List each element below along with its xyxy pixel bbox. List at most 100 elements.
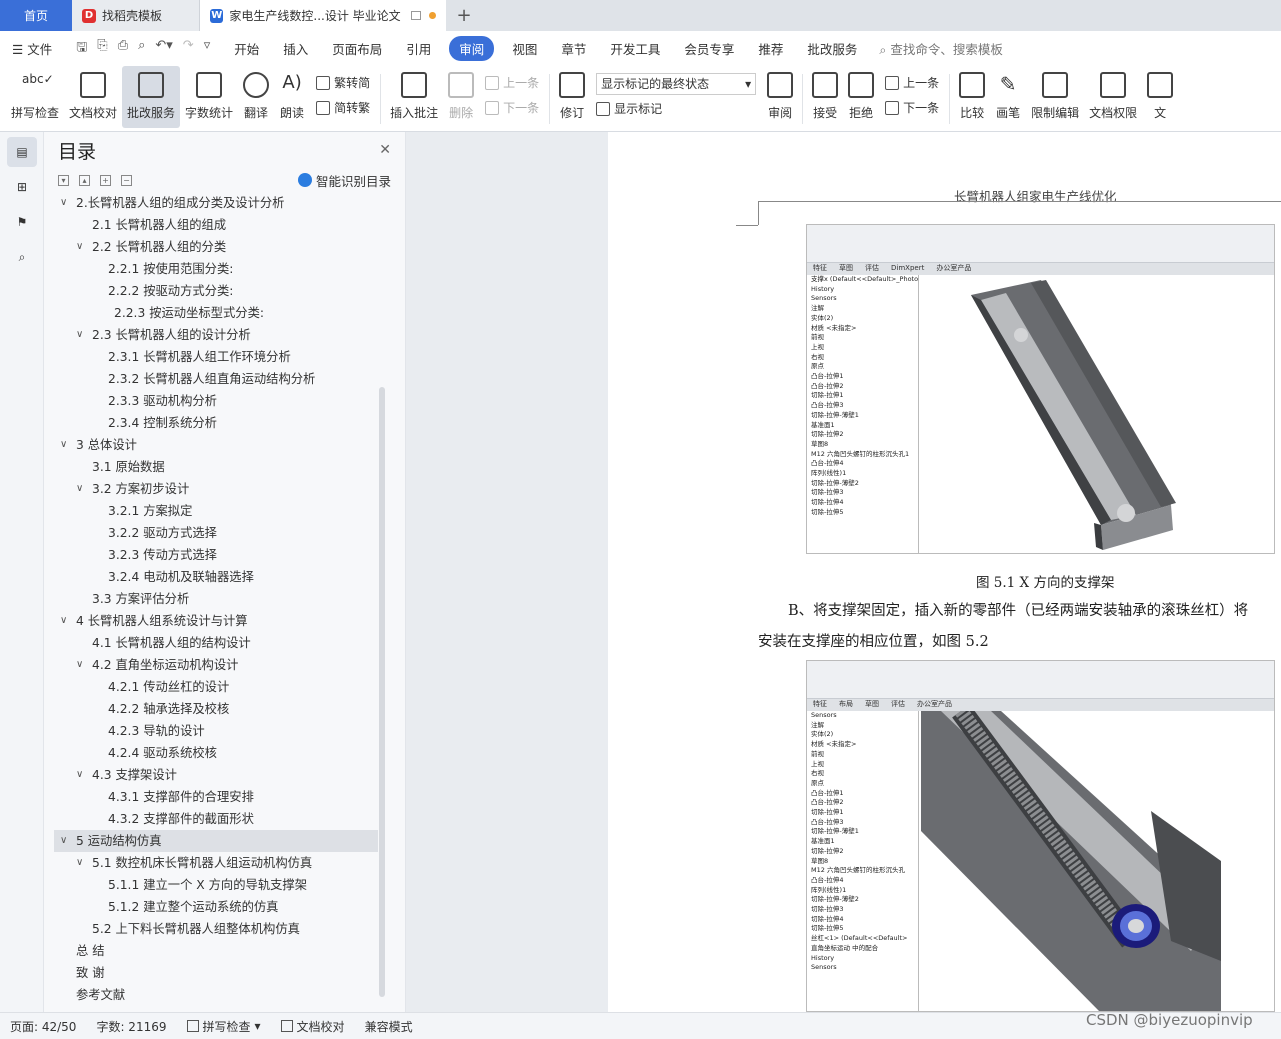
restrict-edit-button[interactable]: 限制编辑 <box>1026 66 1084 128</box>
expand-chevron-icon[interactable]: ∨ <box>76 654 83 676</box>
next-comment-button[interactable]: 下一条 <box>485 99 539 116</box>
expand-chevron-icon[interactable]: ∨ <box>76 478 83 500</box>
menu-item[interactable]: 插入 <box>271 39 320 58</box>
page-indicator[interactable]: 页面: 42/50 <box>0 1018 86 1035</box>
toc-item[interactable]: 致 谢 <box>54 962 378 984</box>
toc-item[interactable]: 3.2.3 传动方式选择 <box>54 544 378 566</box>
toc-item[interactable]: 5.1.1 建立一个 X 方向的导轨支撑架 <box>54 874 378 896</box>
menu-item[interactable]: 页面布局 <box>320 39 394 58</box>
toc-item[interactable]: 2.2.1 按使用范围分类: <box>54 258 378 280</box>
show-markup-button[interactable]: 显示标记 <box>596 100 756 117</box>
toc-item[interactable]: ∨ 2.长臂机器人组的组成分类及设计分析 <box>54 192 378 214</box>
proofread-toggle[interactable]: 文档校对 <box>271 1018 355 1035</box>
simp-to-trad-button[interactable]: 简转繁 <box>316 99 370 116</box>
word-count-button[interactable]: 字数统计 <box>180 66 238 128</box>
expand-chevron-icon[interactable]: ∨ <box>76 236 83 258</box>
spell-check-toggle[interactable]: 拼写检查 ▾ <box>177 1018 271 1035</box>
menu-item[interactable]: 视图 <box>500 39 549 58</box>
reviewing-pane-button[interactable]: 审阅 <box>762 66 798 128</box>
tab-home[interactable]: 首页 <box>0 0 72 31</box>
menu-item[interactable]: 会员专享 <box>672 39 746 58</box>
toc-item[interactable]: 2.3.1 长臂机器人组工作环境分析 <box>54 346 378 368</box>
toc-item[interactable]: ∨ 4.3 支撑架设计 <box>54 764 378 786</box>
tab-template[interactable]: D 找稻壳模板 <box>72 0 200 31</box>
toc-item[interactable]: ∨ 3.2 方案初步设计 <box>54 478 378 500</box>
toc-item[interactable]: ∨ 2.3 长臂机器人组的设计分析 <box>54 324 378 346</box>
undo-icon[interactable]: ↶▾ <box>155 38 172 60</box>
file-menu[interactable]: ☰ 文件 <box>0 39 64 58</box>
menu-item[interactable]: 推荐 <box>746 39 795 58</box>
toc-item[interactable]: 4.2.4 驱动系统校核 <box>54 742 378 764</box>
insert-comment-button[interactable]: 插入批注 <box>385 66 443 128</box>
redo-icon[interactable]: ↷ <box>183 38 194 60</box>
compare-button[interactable]: 比较 <box>954 66 990 128</box>
menu-item[interactable]: 开始 <box>222 39 271 58</box>
expand-chevron-icon[interactable]: ∨ <box>60 610 67 632</box>
reject-button[interactable]: 拒绝 <box>843 66 879 128</box>
window-icon[interactable] <box>410 11 422 20</box>
menu-item[interactable]: 章节 <box>549 39 598 58</box>
toc-item[interactable]: ∨ 5 运动结构仿真 <box>54 830 378 852</box>
review-service-button[interactable]: 批改服务 <box>122 66 181 128</box>
proofread-button[interactable]: 文档校对 <box>64 66 122 128</box>
toc-item[interactable]: 总 结 <box>54 940 378 962</box>
toc-item[interactable]: ∨ 2.2 长臂机器人组的分类 <box>54 236 378 258</box>
search-icon[interactable]: ⌕ <box>7 242 37 272</box>
toc-item[interactable]: ∨ 4.2 直角坐标运动机构设计 <box>54 654 378 676</box>
toc-item[interactable]: 4.2.2 轴承选择及校核 <box>54 698 378 720</box>
more-icon[interactable]: ▿ <box>204 38 211 60</box>
expand-chevron-icon[interactable]: ∨ <box>76 324 83 346</box>
toc-item[interactable]: 参考文献 <box>54 984 378 1006</box>
save-icon[interactable]: 🖫 <box>76 38 87 60</box>
remove-heading-icon[interactable]: − <box>121 174 132 186</box>
toc-item[interactable]: 2.2.2 按驱动方式分类: <box>54 280 378 302</box>
read-aloud-button[interactable]: A) 朗读 <box>274 66 310 128</box>
toc-item[interactable]: 4.1 长臂机器人组的结构设计 <box>54 632 378 654</box>
track-changes-button[interactable]: 修订 <box>554 66 590 128</box>
close-icon[interactable]: ✕ <box>379 142 391 158</box>
toc-item[interactable]: 5.2 上下料长臂机器人组整体机构仿真 <box>54 918 378 940</box>
toc-item[interactable]: 3.2.2 驱动方式选择 <box>54 522 378 544</box>
doc-permission-button[interactable]: 文档权限 <box>1084 66 1142 128</box>
markup-state-select[interactable]: 显示标记的最终状态 ▾ <box>596 72 757 95</box>
accept-button[interactable]: 接受 <box>807 66 843 128</box>
print-icon[interactable]: ⎙ <box>118 38 128 60</box>
more-ribbon-button[interactable]: 文 <box>1142 66 1178 128</box>
word-count-indicator[interactable]: 字数: 21169 <box>86 1018 176 1035</box>
collapse-all-icon[interactable]: ▴ <box>79 174 90 186</box>
trad-to-simp-button[interactable]: 繁转简 <box>316 74 370 91</box>
expand-chevron-icon[interactable]: ∨ <box>60 192 67 214</box>
menu-item[interactable]: 开发工具 <box>598 39 672 58</box>
pen-button[interactable]: ✎ 画笔 <box>990 66 1026 128</box>
toc-item[interactable]: ∨ 3 总体设计 <box>54 434 378 456</box>
smart-toc-button[interactable]: 智能识别目录 <box>297 171 391 190</box>
prev-change-button[interactable]: 上一条 <box>885 74 939 91</box>
preview-icon[interactable]: ⌕ <box>138 38 145 60</box>
toc-item[interactable]: 4.3.2 支撑部件的截面形状 <box>54 808 378 830</box>
delete-comment-button[interactable]: 删除 <box>443 66 479 128</box>
new-tab-button[interactable]: + <box>446 0 482 31</box>
toc-item[interactable]: 2.1 长臂机器人组的组成 <box>54 214 378 236</box>
expand-chevron-icon[interactable]: ∨ <box>60 830 67 852</box>
command-search[interactable]: ⌕ 查找命令、搜索模板 <box>879 39 1003 58</box>
expand-chevron-icon[interactable]: ∨ <box>76 852 83 874</box>
toc-item[interactable]: ∨ 5.1 数控机床长臂机器人组运动机构仿真 <box>54 852 378 874</box>
translate-button[interactable]: 翻译 <box>238 66 274 128</box>
toc-item[interactable]: 4.2.1 传动丝杠的设计 <box>54 676 378 698</box>
spell-check-button[interactable]: abc✓ 拼写检查 <box>6 66 64 128</box>
toc-item[interactable]: 2.3.2 长臂机器人组直角运动结构分析 <box>54 368 378 390</box>
toc-item[interactable]: 5.1.2 建立整个运动系统的仿真 <box>54 896 378 918</box>
bookmark-icon[interactable]: ⚑ <box>7 207 37 237</box>
expand-chevron-icon[interactable]: ∨ <box>60 434 67 456</box>
add-heading-icon[interactable]: + <box>100 174 111 186</box>
outline-icon[interactable]: ⊞ <box>7 172 37 202</box>
toc-item[interactable]: 4.3.1 支撑部件的合理安排 <box>54 786 378 808</box>
toc-panel-icon[interactable]: ▤ <box>7 137 37 167</box>
toc-item[interactable]: 2.3.3 驱动机构分析 <box>54 390 378 412</box>
next-change-button[interactable]: 下一条 <box>885 99 939 116</box>
expand-chevron-icon[interactable]: ∨ <box>76 764 83 786</box>
menu-item[interactable]: 审阅 <box>449 36 495 61</box>
toc-item[interactable]: 3.2.4 电动机及联轴器选择 <box>54 566 378 588</box>
toc-item[interactable]: 2.2.3 按运动坐标型式分类: <box>54 302 378 324</box>
toc-item[interactable]: 3.1 原始数据 <box>54 456 378 478</box>
